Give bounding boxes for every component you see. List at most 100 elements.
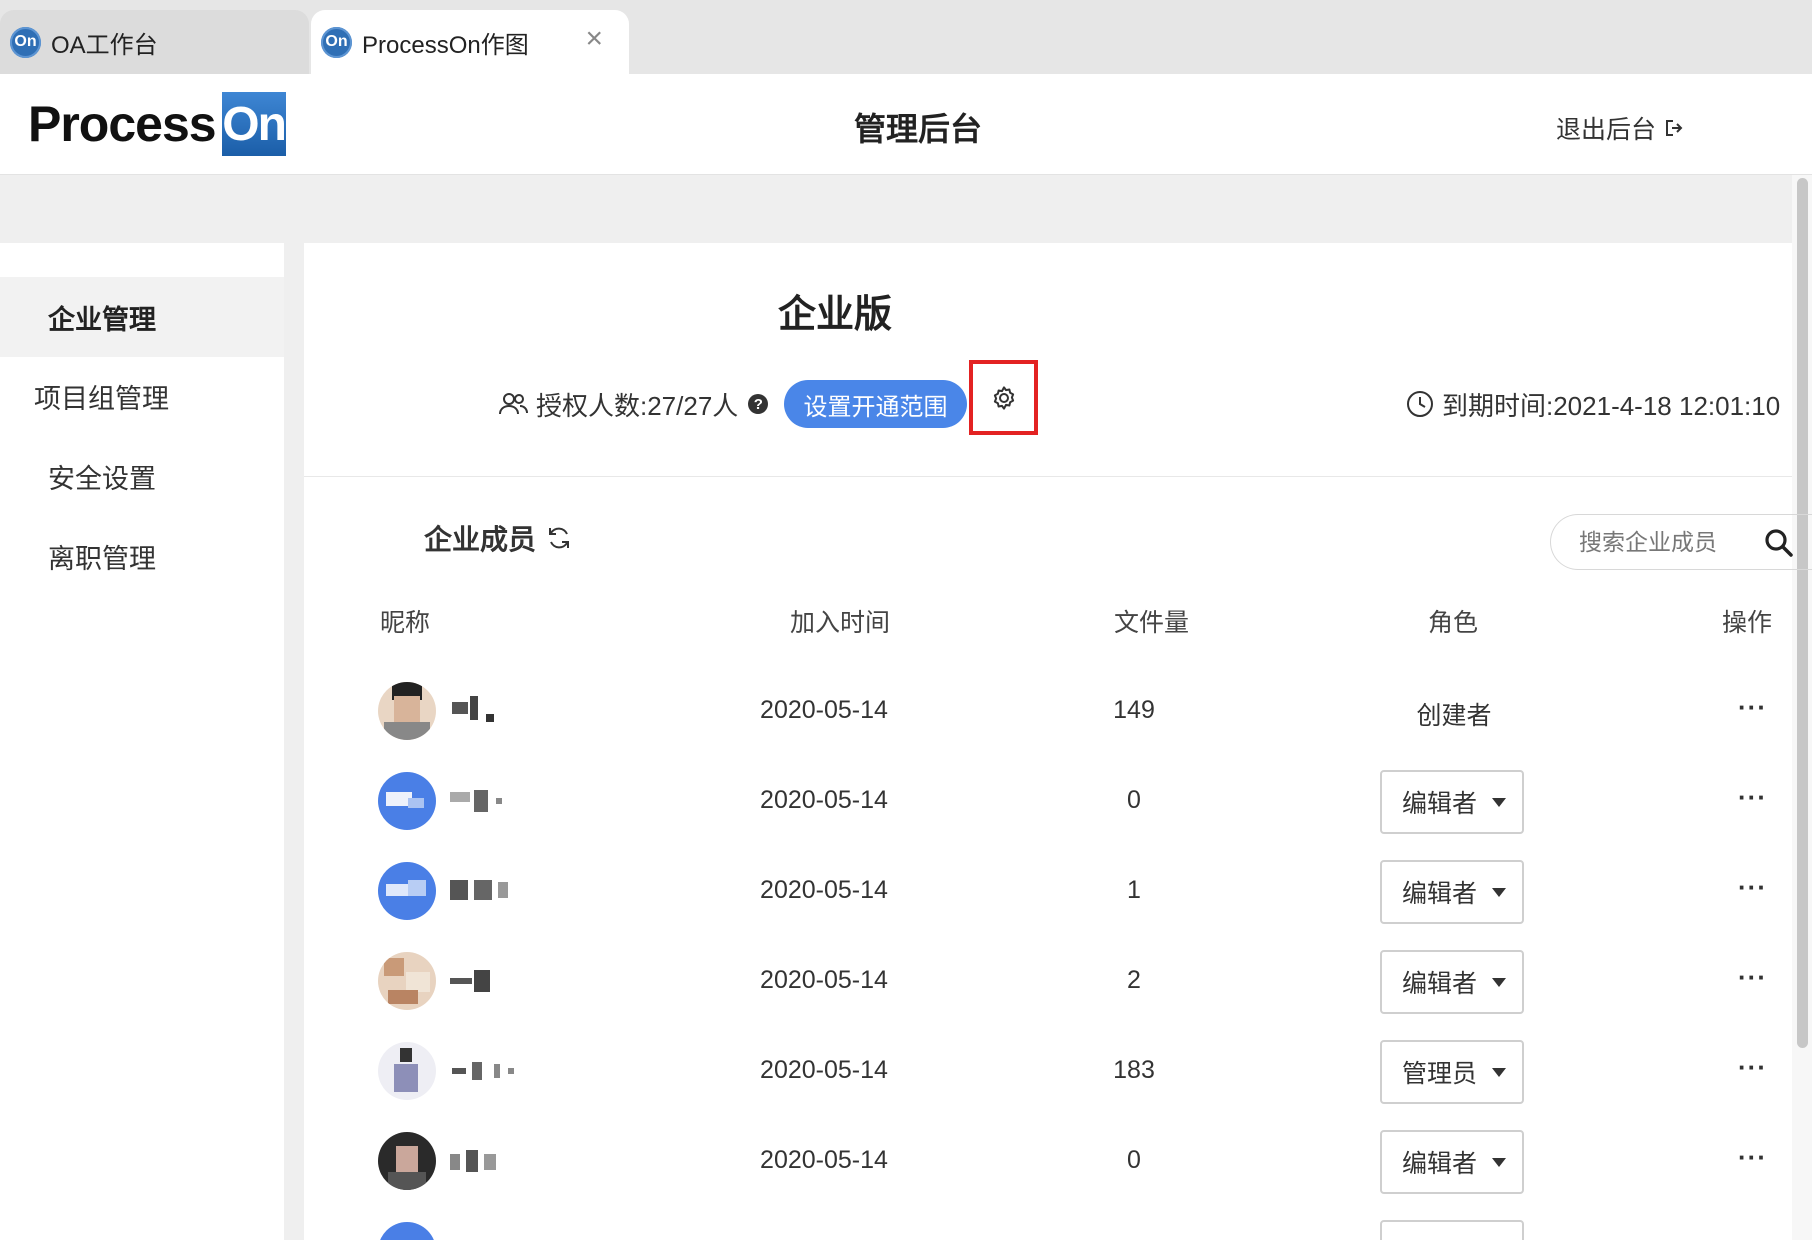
member-nickname-blurred (446, 1056, 516, 1086)
license-count: 授权人数:27/27人 (536, 390, 739, 421)
member-nickname-blurred (446, 786, 516, 816)
column-header-file-count: 文件量 (1114, 609, 1190, 637)
join-date: 2020-05-14 (760, 1146, 888, 1174)
tab-label: ProcessOn作图 (362, 31, 529, 59)
sidebar-item-project-groups[interactable]: 项目组管理 (0, 356, 284, 436)
role-dropdown-value: 编辑者 (1402, 880, 1478, 908)
role-label: 创建者 (1416, 702, 1492, 730)
expiry-text: 到期时间:2021-4-18 12:01:10 (1442, 390, 1781, 421)
more-actions-button[interactable]: ··· (1738, 692, 1767, 723)
set-scope-button[interactable]: 设置开通范围 (784, 380, 967, 428)
more-actions-button[interactable]: ··· (1738, 1052, 1767, 1083)
scrollbar-thumb[interactable] (1797, 178, 1808, 1048)
caret-down-icon (1492, 888, 1506, 897)
processon-tab-icon: On (321, 26, 352, 58)
join-date: 2020-05-14 (760, 786, 888, 814)
license-info: 授权人数:27/27人 ? (498, 382, 769, 426)
sidebar-item-resignation[interactable]: 离职管理 (0, 516, 284, 596)
avatar (378, 952, 436, 1010)
avatar (378, 1132, 436, 1190)
join-date: 2020-05-14 (760, 966, 888, 994)
sidebar: 企业管理 项目组管理 安全设置 离职管理 (0, 243, 284, 1240)
avatar (378, 1042, 436, 1100)
table-row[interactable]: 2020-05-14 1 编辑者 ··· (304, 846, 1792, 936)
close-icon[interactable]: × (585, 24, 603, 54)
role-dropdown-value: 编辑者 (1402, 1150, 1478, 1178)
app-header: Process On 管理后台 退出后台 (0, 74, 1812, 175)
column-header-join-date: 加入时间 (790, 609, 891, 637)
column-header-actions: 操作 (1722, 609, 1773, 637)
avatar (378, 1222, 436, 1240)
top-gray-band (0, 175, 1792, 243)
file-count: 2 (1127, 966, 1141, 994)
sidebar-item-label: 项目组管理 (34, 383, 169, 414)
page-title: 管理后台 (853, 111, 982, 147)
file-count: 1 (1127, 876, 1141, 904)
role-dropdown-value: 管理员 (1402, 1060, 1478, 1088)
processon-tab-icon: On (10, 26, 41, 58)
role-dropdown[interactable] (1380, 1220, 1524, 1240)
member-nickname-blurred (446, 876, 516, 906)
logout-icon (1666, 120, 1683, 136)
help-icon[interactable]: ? (748, 394, 769, 414)
member-nickname-blurred (446, 1146, 516, 1176)
settings-highlight[interactable] (969, 360, 1038, 435)
role-dropdown-value: 编辑者 (1402, 970, 1478, 998)
sidebar-separator (284, 243, 304, 1240)
avatar (378, 682, 436, 740)
table-row[interactable]: 2020-05-14 149 创建者 ··· (304, 666, 1792, 756)
refresh-icon[interactable] (546, 525, 572, 551)
more-actions-button[interactable]: ··· (1738, 872, 1767, 903)
table-row[interactable]: 2020-05-14 0 编辑者 ··· (304, 756, 1792, 846)
caret-down-icon (1492, 1158, 1506, 1167)
file-count: 0 (1127, 786, 1141, 814)
member-nickname-blurred (446, 966, 516, 996)
caret-down-icon (1492, 978, 1506, 987)
join-date: 2020-05-14 (760, 876, 888, 904)
more-actions-button[interactable]: ··· (1738, 962, 1767, 993)
caret-down-icon (1492, 1068, 1506, 1077)
member-nickname-blurred (446, 696, 516, 726)
tab-label: OA工作台 (51, 31, 158, 59)
more-actions-button[interactable]: ··· (1738, 1142, 1767, 1173)
expiry-info: 到期时间:2021-4-18 12:01:10 (1406, 382, 1780, 426)
role-dropdown-value: 编辑者 (1402, 790, 1478, 818)
file-count: 183 (1113, 1056, 1155, 1084)
table-row[interactable] (304, 1206, 1792, 1240)
column-header-nickname: 昵称 (380, 609, 431, 637)
file-count: 149 (1113, 696, 1155, 724)
users-icon (499, 393, 528, 415)
role-dropdown[interactable]: 编辑者 (1380, 950, 1524, 1014)
file-count: 0 (1127, 1146, 1141, 1174)
clock-icon (1407, 391, 1433, 417)
role-dropdown[interactable]: 编辑者 (1380, 1130, 1524, 1194)
sidebar-item-label: 安全设置 (48, 463, 156, 494)
table-row[interactable]: 2020-05-14 0 编辑者 ··· (304, 1116, 1792, 1206)
join-date: 2020-05-14 (760, 696, 888, 724)
column-header-role: 角色 (1428, 609, 1479, 637)
tab-processon[interactable]: On ProcessOn作图 × (311, 10, 629, 74)
section-divider (304, 476, 1792, 477)
logout-label: 退出后台 (1556, 116, 1657, 144)
role-dropdown[interactable]: 管理员 (1380, 1040, 1524, 1104)
members-section-title: 企业成员 (424, 518, 572, 558)
avatar (378, 862, 436, 920)
tab-oa-workbench[interactable]: On OA工作台 (0, 10, 309, 74)
role-dropdown[interactable]: 编辑者 (1380, 770, 1524, 834)
gear-icon[interactable] (989, 383, 1019, 413)
edition-title: 企业版 (777, 294, 892, 336)
table-row[interactable]: 2020-05-14 183 管理员 ··· (304, 1026, 1792, 1116)
join-date: 2020-05-14 (760, 1056, 888, 1084)
search-icon[interactable] (1763, 527, 1795, 559)
avatar (378, 772, 436, 830)
sidebar-item-security[interactable]: 安全设置 (0, 436, 284, 516)
browser-tab-strip: On OA工作台 On ProcessOn作图 × (0, 0, 1812, 75)
table-row[interactable]: 2020-05-14 2 编辑者 ··· (304, 936, 1792, 1026)
search-input[interactable] (1577, 527, 1751, 557)
members-title-label: 企业成员 (424, 524, 537, 555)
sidebar-item-label: 离职管理 (48, 543, 156, 574)
more-actions-button[interactable]: ··· (1738, 782, 1767, 813)
logout-button[interactable]: 退出后台 (1556, 110, 1684, 146)
caret-down-icon (1492, 798, 1506, 807)
role-dropdown[interactable]: 编辑者 (1380, 860, 1524, 924)
